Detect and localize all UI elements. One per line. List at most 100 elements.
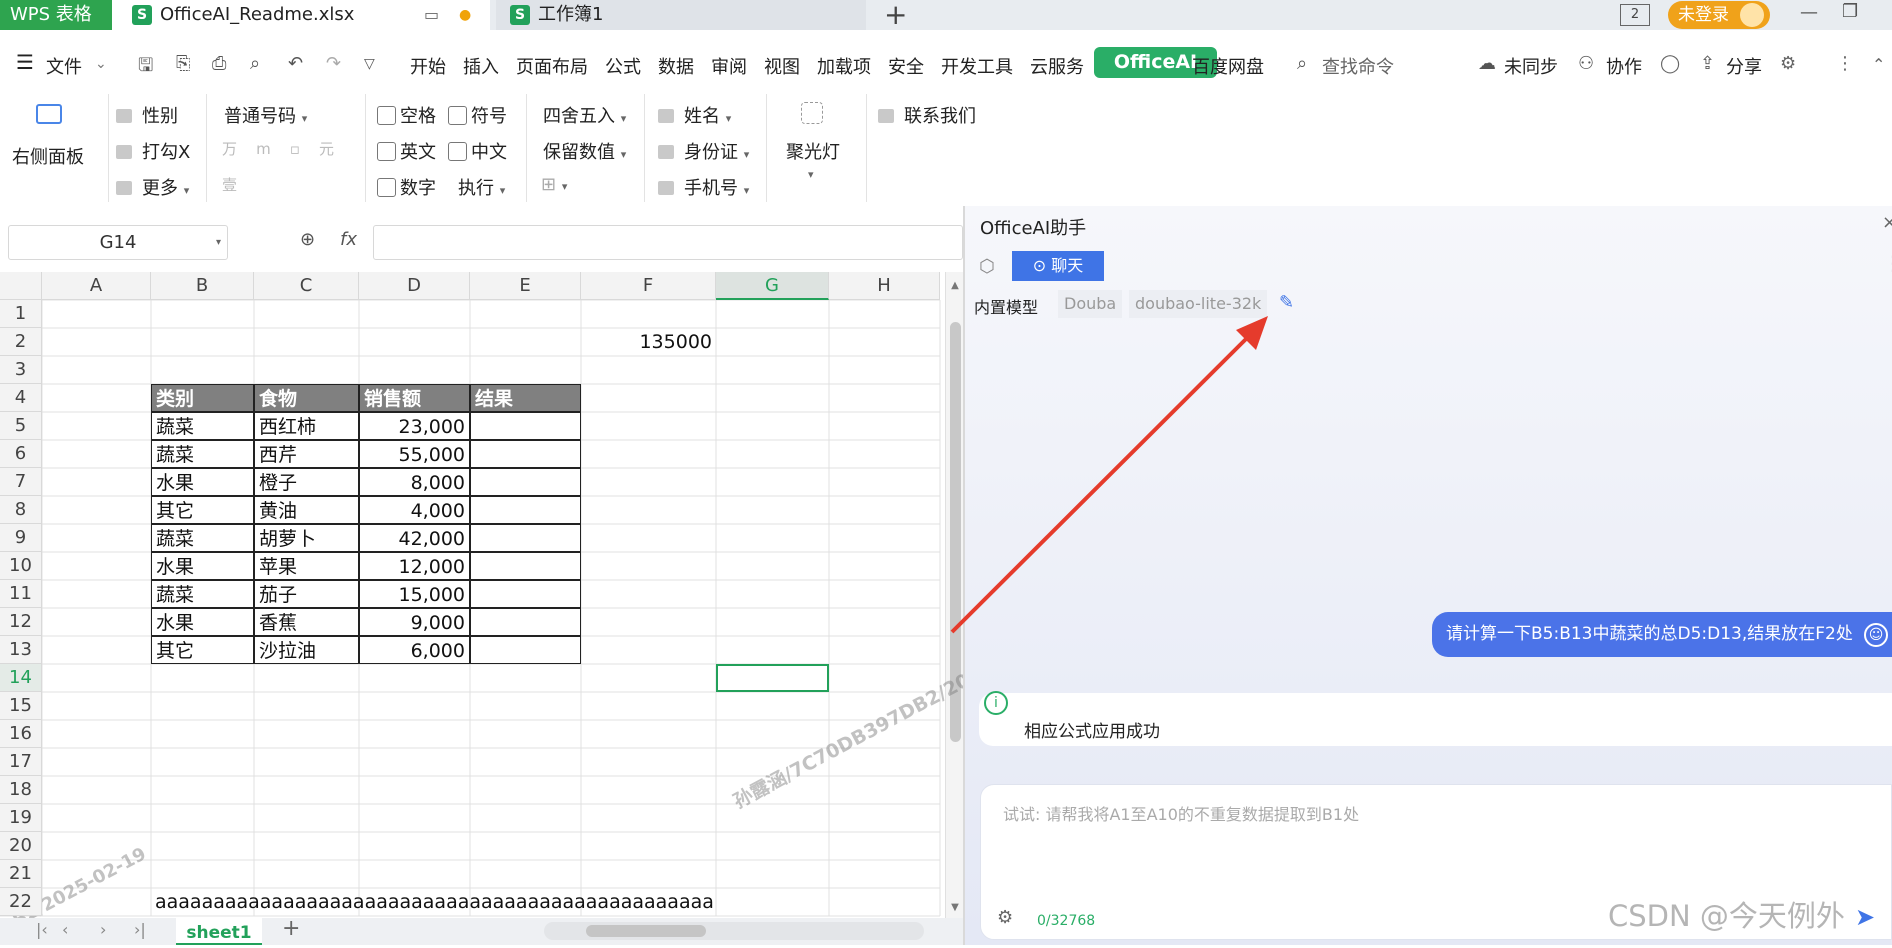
- column-header-e[interactable]: E: [470, 272, 581, 300]
- row-header-17[interactable]: 17: [0, 748, 42, 776]
- sheet-tab-sheet1[interactable]: sheet1: [176, 918, 262, 945]
- selected-cell-g14[interactable]: [716, 664, 829, 692]
- table-cell[interactable]: 水果: [151, 608, 254, 636]
- comment-icon[interactable]: ◯: [1660, 53, 1680, 74]
- table-cell[interactable]: 苹果: [254, 552, 359, 580]
- tick-x-button[interactable]: 打勾X: [116, 138, 190, 164]
- column-header-a[interactable]: A: [42, 272, 151, 300]
- table-cell[interactable]: 23,000: [359, 412, 470, 440]
- minimize-icon[interactable]: —: [1800, 2, 1818, 23]
- more-button[interactable]: 更多 ▾: [116, 174, 189, 200]
- result-cell[interactable]: [470, 580, 581, 608]
- h-scroll-thumb[interactable]: [586, 925, 706, 937]
- table-header-cell[interactable]: 销售额: [359, 384, 470, 412]
- gender-button[interactable]: 性别: [116, 102, 178, 128]
- more-icon[interactable]: ⋮: [1836, 53, 1854, 74]
- digit-checkbox[interactable]: 数字: [377, 174, 436, 200]
- hamburger-icon[interactable]: ☰: [16, 50, 34, 74]
- row-header-4[interactable]: 4: [0, 384, 42, 412]
- row-header-3[interactable]: 3: [0, 356, 42, 384]
- share-button[interactable]: 分享: [1726, 53, 1762, 79]
- column-header-d[interactable]: D: [359, 272, 470, 300]
- cloud-sync-icon[interactable]: ☁: [1478, 53, 1496, 74]
- menu-addins[interactable]: 加载项: [817, 53, 871, 79]
- window-count-badge[interactable]: 2: [1620, 4, 1650, 26]
- table-cell[interactable]: 水果: [151, 552, 254, 580]
- menu-insert[interactable]: 插入: [463, 53, 499, 79]
- collapse-ribbon-icon[interactable]: ⌃: [1872, 55, 1885, 74]
- undo-icon[interactable]: ↶: [288, 53, 303, 74]
- result-cell[interactable]: [470, 552, 581, 580]
- right-panel-button[interactable]: 右侧面板: [12, 143, 84, 169]
- table-cell[interactable]: 橙子: [254, 468, 359, 496]
- fx-icon[interactable]: fx: [340, 229, 357, 250]
- row-header-1[interactable]: 1: [0, 300, 42, 328]
- table-header-cell[interactable]: 类别: [151, 384, 254, 412]
- table-cell[interactable]: 其它: [151, 636, 254, 664]
- chinese-checkbox[interactable]: 中文: [448, 138, 507, 164]
- result-cell[interactable]: [470, 608, 581, 636]
- symbol-checkbox[interactable]: 符号: [448, 102, 507, 128]
- scroll-up-icon[interactable]: ▲: [945, 280, 965, 291]
- space-checkbox[interactable]: 空格: [377, 102, 436, 128]
- table-cell[interactable]: 12,000: [359, 552, 470, 580]
- row-header-8[interactable]: 8: [0, 496, 42, 524]
- cell-b22[interactable]: aaaaaaaaaaaaaaaaaaaaaaaaaaaaaaaaaaaaaaaa…: [151, 888, 714, 916]
- id-card-dropdown[interactable]: 身份证 ▾: [658, 138, 749, 164]
- close-icon[interactable]: ×: [1882, 212, 1892, 233]
- menu-cloud[interactable]: 云服务: [1030, 53, 1084, 79]
- phone-dropdown[interactable]: 手机号 ▾: [658, 174, 749, 200]
- table-cell[interactable]: 9,000: [359, 608, 470, 636]
- panel-more-icon[interactable]: ⋮: [1883, 251, 1892, 275]
- table-cell[interactable]: 8,000: [359, 468, 470, 496]
- menu-security[interactable]: 安全: [888, 53, 924, 79]
- row-header-7[interactable]: 7: [0, 468, 42, 496]
- send-icon[interactable]: ➤: [1855, 903, 1875, 931]
- settings-gear-icon[interactable]: ⚙: [1780, 53, 1796, 74]
- keep-value-dropdown[interactable]: 保留数值 ▾: [543, 138, 626, 164]
- table-cell[interactable]: 蔬菜: [151, 524, 254, 552]
- result-cell[interactable]: [470, 636, 581, 664]
- row-header-20[interactable]: 20: [0, 832, 42, 860]
- result-cell[interactable]: [470, 440, 581, 468]
- menu-page-layout[interactable]: 页面布局: [516, 53, 588, 79]
- zoom-icon[interactable]: ⊕: [300, 229, 315, 250]
- table-cell[interactable]: 茄子: [254, 580, 359, 608]
- collab-icon[interactable]: ⚇: [1578, 53, 1594, 74]
- result-cell[interactable]: [470, 524, 581, 552]
- row-header-2[interactable]: 2: [0, 328, 42, 356]
- table-cell[interactable]: 黄油: [254, 496, 359, 524]
- document-tab-workbook1[interactable]: S 工作簿1: [496, 0, 866, 30]
- column-header-c[interactable]: C: [254, 272, 359, 300]
- row-header-9[interactable]: 9: [0, 524, 42, 552]
- row-header-18[interactable]: 18: [0, 776, 42, 804]
- execute-dropdown[interactable]: 执行 ▾: [458, 174, 505, 200]
- chevron-down-icon[interactable]: ⌄: [95, 56, 107, 72]
- table-cell[interactable]: 水果: [151, 468, 254, 496]
- capital-number-icon[interactable]: 壹: [222, 174, 237, 195]
- export-icon[interactable]: ⎘: [176, 53, 190, 74]
- table-cell[interactable]: 沙拉油: [254, 636, 359, 664]
- column-header-b[interactable]: B: [151, 272, 254, 300]
- horizontal-scrollbar[interactable]: [544, 922, 924, 940]
- m-icon[interactable]: m: [256, 140, 271, 158]
- next-sheet-icon[interactable]: ›: [100, 920, 106, 939]
- column-header-h[interactable]: H: [829, 272, 940, 300]
- cube-icon[interactable]: ⬡: [979, 256, 995, 277]
- scroll-down-icon[interactable]: ▼: [945, 902, 965, 913]
- row-header-22[interactable]: 22: [0, 888, 42, 916]
- table-header-cell[interactable]: 结果: [470, 384, 581, 412]
- add-sheet-icon[interactable]: +: [282, 916, 300, 941]
- app-logo-tab[interactable]: WPS 表格: [0, 0, 112, 30]
- result-cell[interactable]: [470, 412, 581, 440]
- menu-review[interactable]: 审阅: [711, 53, 747, 79]
- monitor-icon[interactable]: ▭: [424, 0, 439, 30]
- spotlight-button[interactable]: 聚光灯: [786, 138, 840, 164]
- document-tab-readme[interactable]: S OfficeAI_Readme.xlsx ▭ ●: [112, 0, 490, 30]
- yuan-icon[interactable]: 元: [319, 140, 334, 158]
- table-cell[interactable]: 胡萝卜: [254, 524, 359, 552]
- table-cell[interactable]: 4,000: [359, 496, 470, 524]
- menu-file[interactable]: 文件: [46, 53, 82, 79]
- cube-icon[interactable]: ▫: [290, 140, 300, 158]
- restore-icon[interactable]: ❐: [1842, 1, 1858, 22]
